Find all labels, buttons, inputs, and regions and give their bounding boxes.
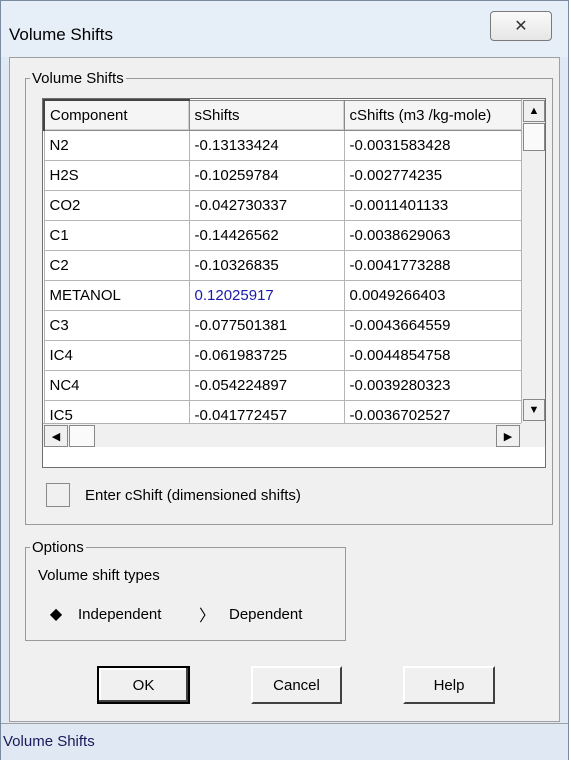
cshift-cell[interactable]: -0.0031583428 — [343, 129, 523, 161]
scrollbar-corner — [521, 423, 545, 447]
scroll-up-icon: ▲ — [528, 105, 540, 117]
vertical-scroll-thumb[interactable] — [523, 123, 545, 151]
cshift-cell[interactable]: -0.0041773288 — [343, 249, 523, 281]
radio-dependent-label: Dependent — [229, 605, 303, 623]
radio-independent[interactable]: ◆ Independent — [46, 601, 162, 627]
component-cell[interactable]: METANOL — [43, 279, 190, 311]
sshift-cell[interactable]: -0.042730337 — [188, 189, 345, 221]
radio-unselected-icon: 〉 — [198, 608, 215, 625]
cshift-cell[interactable]: -0.0039280323 — [343, 369, 523, 401]
cshift-cell[interactable]: 0.0049266403 — [343, 279, 523, 311]
radio-selected-icon: ◆ — [49, 606, 63, 623]
volume-shifts-grid[interactable]: Component sShifts cShifts (m3 /kg-mole) … — [42, 98, 546, 468]
table-row: C2 -0.10326835 -0.0041773288 — [43, 249, 523, 281]
component-cell[interactable]: C2 — [43, 249, 190, 281]
column-header-sshifts[interactable]: sShifts — [188, 99, 345, 131]
cshift-cell[interactable]: -0.0011401133 — [343, 189, 523, 221]
radio-dependent[interactable]: 〉 Dependent — [197, 601, 302, 627]
status-bar: Volume Shifts — [1, 723, 568, 760]
cshift-cell[interactable]: -0.002774235 — [343, 159, 523, 191]
enter-cshift-label: Enter cShift (dimensioned shifts) — [85, 486, 301, 504]
cshift-cell[interactable]: -0.0044854758 — [343, 339, 523, 371]
column-header-component[interactable]: Component — [43, 99, 190, 131]
radio-independent-label: Independent — [78, 605, 162, 623]
dialog-window: Volume Shifts ✕ Volume Shifts Component … — [0, 0, 569, 760]
scroll-up-button[interactable]: ▲ — [523, 100, 545, 122]
close-button[interactable]: ✕ — [490, 11, 552, 41]
ok-button[interactable]: OK — [97, 666, 190, 704]
options-legend: Options — [32, 539, 84, 556]
sshift-cell-highlighted[interactable]: 0.12025917 — [188, 279, 345, 311]
table-row: CO2 -0.042730337 -0.0011401133 — [43, 189, 523, 221]
table-row: METANOL 0.12025917 0.0049266403 — [43, 279, 523, 311]
component-cell[interactable]: CO2 — [43, 189, 190, 221]
horizontal-scrollbar[interactable]: ◀ ▶ — [43, 423, 521, 447]
sshift-cell[interactable]: -0.077501381 — [188, 309, 345, 341]
window-title: Volume Shifts — [9, 25, 113, 44]
status-text: Volume Shifts — [3, 733, 95, 750]
table-row: H2S -0.10259784 -0.002774235 — [43, 159, 523, 191]
horizontal-scroll-thumb[interactable] — [69, 425, 95, 447]
scroll-down-button[interactable]: ▼ — [523, 399, 545, 421]
scroll-right-button[interactable]: ▶ — [496, 425, 520, 447]
table-row: NC4 -0.054224897 -0.0039280323 — [43, 369, 523, 401]
sshift-cell[interactable]: -0.10259784 — [188, 159, 345, 191]
table-row: N2 -0.13133424 -0.0031583428 — [43, 129, 523, 161]
scroll-left-button[interactable]: ◀ — [44, 425, 68, 447]
close-icon: ✕ — [514, 18, 528, 35]
table-row: C1 -0.14426562 -0.0038629063 — [43, 219, 523, 251]
sshift-cell[interactable]: -0.14426562 — [188, 219, 345, 251]
cshift-cell[interactable]: -0.0038629063 — [343, 219, 523, 251]
scroll-down-icon: ▼ — [528, 404, 540, 416]
sshift-cell[interactable]: -0.054224897 — [188, 369, 345, 401]
help-button[interactable]: Help — [403, 666, 495, 704]
volume-shifts-table: Component sShifts cShifts (m3 /kg-mole) … — [43, 99, 523, 431]
component-cell[interactable]: NC4 — [43, 369, 190, 401]
enter-cshift-checkbox[interactable] — [46, 483, 70, 507]
volume-shift-types-label: Volume shift types — [38, 567, 160, 584]
table-row: IC4 -0.061983725 -0.0044854758 — [43, 339, 523, 371]
cshift-cell[interactable]: -0.0043664559 — [343, 309, 523, 341]
cancel-button[interactable]: Cancel — [251, 666, 342, 704]
table-header-row: Component sShifts cShifts (m3 /kg-mole) — [43, 99, 523, 131]
vertical-scrollbar[interactable]: ▲ ▼ — [521, 99, 545, 423]
sshift-cell[interactable]: -0.061983725 — [188, 339, 345, 371]
volume-shifts-legend: Volume Shifts — [32, 70, 124, 87]
component-cell[interactable]: C3 — [43, 309, 190, 341]
column-header-cshifts[interactable]: cShifts (m3 /kg-mole) — [343, 99, 523, 131]
sshift-cell[interactable]: -0.10326835 — [188, 249, 345, 281]
table-row: C3 -0.077501381 -0.0043664559 — [43, 309, 523, 341]
sshift-cell[interactable]: -0.13133424 — [188, 129, 345, 161]
component-cell[interactable]: C1 — [43, 219, 190, 251]
component-cell[interactable]: IC4 — [43, 339, 190, 371]
component-cell[interactable]: H2S — [43, 159, 190, 191]
title-bar[interactable]: Volume Shifts ✕ — [1, 1, 568, 57]
enter-cshift-option[interactable]: Enter cShift (dimensioned shifts) — [46, 481, 301, 509]
scroll-right-icon: ▶ — [503, 430, 513, 443]
scroll-left-icon: ◀ — [51, 430, 61, 443]
component-cell[interactable]: N2 — [43, 129, 190, 161]
